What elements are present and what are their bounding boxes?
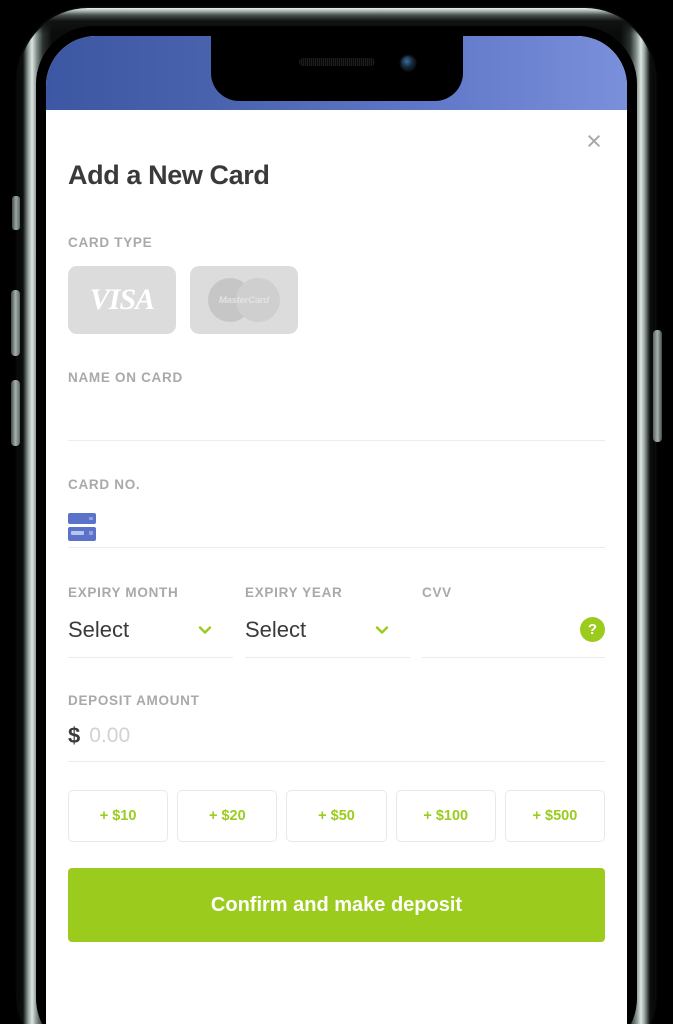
quick-amount-10[interactable]: + $10 [68,790,169,842]
card-type-label: CARD TYPE [68,235,153,250]
phone-screen: × Add a New Card CARD TYPE VISA MasterCa… [46,36,627,1024]
expiry-year-value: Select [245,616,307,642]
deposit-amount-label: DEPOSIT AMOUNT [68,693,200,708]
credit-card-icon [68,511,96,541]
help-icon[interactable]: ? [580,617,605,642]
cvv-field: CVV ? [422,584,605,658]
card-number-input-row[interactable] [68,492,605,548]
name-on-card-input[interactable] [68,385,605,441]
chevron-down-icon [374,622,390,638]
currency-symbol: $ [68,722,81,748]
expiry-month-label: EXPIRY MONTH [68,585,179,600]
expiry-month-select[interactable]: Select [68,602,233,658]
mastercard-logo: MasterCard [208,278,280,322]
expiry-year-select[interactable]: Select [245,602,410,658]
close-icon[interactable]: × [577,124,611,158]
name-on-card-label: NAME ON CARD [68,370,183,385]
expiry-year-field: EXPIRY YEAR Select [245,584,422,658]
visa-logo: VISA [89,283,155,316]
earpiece-speaker-icon [298,58,375,66]
screenshot-stage: × Add a New Card CARD TYPE VISA MasterCa… [0,0,673,1024]
phone-notch [210,36,463,101]
silent-switch-button[interactable] [12,196,20,230]
credit-card-icon-strip [68,513,96,524]
card-number-field: CARD NO. [68,477,605,548]
expiry-cvv-row: EXPIRY MONTH Select EXPIRY YEAR Select C… [68,584,605,658]
deposit-amount-input[interactable] [89,723,605,748]
add-card-sheet: × Add a New Card CARD TYPE VISA MasterCa… [46,110,627,1024]
expiry-month-field: EXPIRY MONTH Select [68,584,245,658]
deposit-amount-field: DEPOSIT AMOUNT $ [68,692,605,762]
credit-card-icon-body [68,527,96,541]
cvv-input-row[interactable]: ? [422,602,605,658]
name-on-card-field: NAME ON CARD [68,370,605,441]
mastercard-wordmark: MasterCard [218,294,270,306]
front-camera-icon [400,56,415,70]
confirm-deposit-button[interactable]: Confirm and make deposit [68,868,605,942]
quick-amount-50[interactable]: + $50 [286,790,387,842]
cvv-label: CVV [422,585,452,600]
expiry-month-value: Select [68,616,130,642]
card-type-option-visa[interactable]: VISA [68,266,176,334]
power-button[interactable] [653,330,662,442]
card-number-label: CARD NO. [68,477,141,492]
page-title: Add a New Card [68,160,270,190]
card-type-section: CARD TYPE VISA MasterCard [68,235,605,334]
quick-amount-buttons: + $10 + $20 + $50 + $100 + $500 [68,790,606,842]
quick-amount-500[interactable]: + $500 [504,790,606,842]
volume-down-button[interactable] [11,380,20,446]
volume-up-button[interactable] [11,290,20,356]
card-type-option-mastercard[interactable]: MasterCard [190,266,298,334]
card-type-options: VISA MasterCard [68,266,605,334]
quick-amount-20[interactable]: + $20 [177,790,278,842]
expiry-year-label: EXPIRY YEAR [245,585,343,600]
quick-amount-100[interactable]: + $100 [395,790,496,842]
deposit-amount-row: $ [68,710,605,762]
chevron-down-icon [197,622,213,638]
